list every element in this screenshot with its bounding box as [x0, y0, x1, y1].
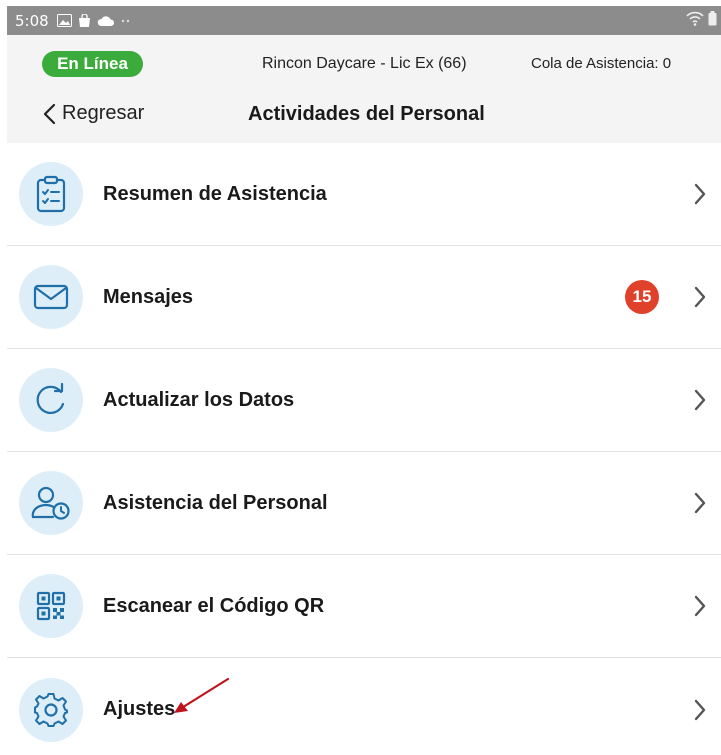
chevron-right-icon: [694, 595, 706, 617]
gallery-icon: [56, 14, 72, 27]
status-right-icons: [686, 11, 717, 26]
chevron-right-icon: [694, 389, 706, 411]
online-status-badge: En Línea: [42, 51, 143, 77]
unread-count-badge: 15: [625, 280, 659, 314]
page-title: Actividades del Personal: [248, 103, 485, 125]
cloud-icon: [97, 15, 114, 26]
menu-item-label: Mensajes: [103, 285, 194, 308]
user-clock-icon: [31, 486, 70, 520]
menu-item-label: Ajustes: [103, 698, 176, 720]
menu-item-label: Escanear el Código QR: [103, 594, 325, 617]
clipboard-checklist-icon: [36, 175, 66, 213]
annotation-arrow-icon: [174, 677, 230, 713]
menu-item-label: Actualizar los Datos: [103, 388, 295, 411]
icon-circle: [19, 574, 83, 638]
chevron-right-icon: [694, 492, 706, 514]
icon-circle: [19, 265, 83, 329]
menu-item-staff-attendance[interactable]: Asistencia del Personal: [7, 452, 721, 555]
shopping-bag-icon: [78, 13, 90, 27]
menu-item-label: Resumen de Asistencia: [103, 182, 327, 205]
battery-icon: [708, 11, 717, 26]
refresh-icon: [36, 382, 65, 414]
gear-icon: [34, 692, 68, 727]
menu-item-attendance-summary[interactable]: Resumen de Asistencia: [7, 143, 721, 246]
menu-item-scan-qr[interactable]: Escanear el Código QR: [7, 555, 721, 658]
menu-item-messages[interactable]: Mensajes 15: [7, 246, 721, 349]
status-icons: [56, 13, 133, 28]
icon-circle: [19, 471, 83, 535]
chevron-right-icon: [694, 286, 706, 308]
more-dots-icon: [121, 19, 129, 22]
icon-circle: [19, 368, 83, 432]
status-time: 5:08: [15, 11, 49, 30]
app-header: En Línea Rincon Daycare - Lic Ex (66) Co…: [7, 35, 721, 143]
menu-item-settings[interactable]: Ajustes: [7, 658, 721, 755]
chevron-right-icon: [694, 183, 706, 205]
envelope-icon: [33, 284, 69, 310]
attendance-queue: Cola de Asistencia: 0: [531, 55, 672, 72]
icon-circle: [19, 677, 83, 742]
chevron-right-icon: [694, 699, 706, 720]
status-bar: 5:08: [7, 6, 721, 35]
qr-code-icon: [36, 591, 66, 621]
menu-item-update-data[interactable]: Actualizar los Datos: [7, 349, 721, 452]
back-button[interactable]: Regresar: [42, 102, 144, 125]
wifi-icon: [686, 11, 704, 26]
icon-circle: [19, 162, 83, 226]
chevron-left-icon: [43, 103, 56, 124]
center-name: Rincon Daycare - Lic Ex (66): [262, 55, 467, 72]
back-label: Regresar: [62, 102, 145, 124]
staff-activities-menu: Resumen de Asistencia Mensajes 15 Actual…: [7, 143, 721, 755]
menu-item-label: Asistencia del Personal: [103, 491, 328, 514]
